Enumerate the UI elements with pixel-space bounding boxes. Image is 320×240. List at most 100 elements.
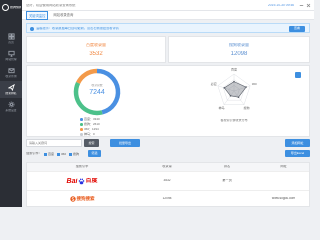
radar-label-1: 360 (252, 82, 257, 86)
column-header[interactable]: 网址 (257, 165, 309, 168)
table-row[interactable]: Bai 百度 3532 第一页 (27, 171, 309, 190)
legend-label: 360：1294 (84, 127, 99, 131)
expand-icon[interactable] (295, 72, 301, 78)
sidebar-item-ranking[interactable]: 搜索排名 (0, 81, 22, 98)
notice-banner: 温馨提示：收录数据每日自动更新，点击右侧按钮查看详情 查看 (26, 23, 310, 33)
tab-index-query[interactable]: 网站收录查询 (51, 11, 75, 20)
notice-text: 温馨提示：收录数据每日自动更新，点击右侧按钮查看详情 (36, 27, 119, 31)
legend-dot (80, 118, 83, 121)
tab-keyword-monitor[interactable]: 关键词监控 (26, 11, 49, 20)
legend-label: 神马：0 (84, 132, 95, 136)
logo-text: Bai (66, 177, 78, 185)
stat-value: 12098 (230, 51, 248, 57)
sidebar-item-index-query[interactable]: 收录查询 (0, 64, 22, 81)
radar-point-0 (233, 80, 235, 83)
radar-point-2 (237, 96, 240, 98)
export-excel-button[interactable]: 导出Excel (285, 150, 310, 157)
stat-label: 百度收录量 (86, 43, 106, 47)
rocket-icon (7, 83, 15, 91)
dashboard-icon (7, 33, 15, 40)
add-site-button[interactable]: 添加网址 (285, 139, 310, 147)
close-button[interactable] (306, 3, 311, 8)
cell-rank: 第一页 (222, 179, 232, 183)
radar-label-2: 搜狗 (243, 105, 249, 110)
monitor-icon (7, 50, 15, 57)
radar-point-1 (245, 86, 247, 88)
info-icon (30, 26, 34, 31)
close-icon (306, 3, 311, 8)
mail-icon (7, 68, 15, 73)
sidebar-item-label: 首页 (8, 41, 14, 45)
chart-panel: 收录总数 7244 百度：3340 搜狗：2610 360：1294 神马：0 … (26, 65, 310, 137)
checkbox[interactable] (69, 152, 73, 156)
legend-dot (80, 133, 83, 136)
sogou-logo: 搜狗搜索 (27, 196, 137, 202)
checkbox-label: 搜狗 (73, 151, 80, 156)
stat-card-sogou: 搜狗收录量 12098 (168, 36, 310, 63)
engine-checkbox-360[interactable]: 360 (57, 151, 67, 156)
sogou-icon (69, 196, 76, 202)
sidebar-item-home[interactable]: 首页 (0, 30, 22, 47)
checkbox-label: 360 (61, 151, 67, 156)
column-header[interactable]: 收录量 (137, 165, 197, 168)
results-table: 搜索引擎 收录量 排名 网址 Bai 百度 3532 第一页 搜狗搜索 1209… (26, 162, 310, 207)
minimize-button[interactable] (299, 3, 304, 8)
logo-text: 百度 (85, 178, 98, 184)
logo-text: 搜狗快排 (10, 5, 21, 9)
radar-data-area (223, 81, 247, 98)
radar-label-0: 百度 (231, 67, 237, 72)
radar-label-3: 神马 (219, 105, 225, 110)
legend-item: 神马：0 (80, 132, 140, 137)
sidebar-item-label: 系统设置 (5, 109, 17, 113)
sidebar-item-label: 收录查询 (5, 75, 17, 79)
batch-export-button[interactable]: 批量导出 (110, 139, 140, 147)
donut-segment-2 (76, 68, 98, 85)
engine-checkbox-baidu[interactable]: 百度 (44, 151, 55, 156)
welcome-text: 您好，欢迎使用网站收录查询系统 (26, 4, 76, 7)
column-header[interactable]: 搜索引擎 (27, 165, 137, 168)
stat-label: 搜狗收录量 (229, 43, 249, 47)
donut-legend: 百度：3340 搜狗：2610 360：1294 神马：0 (80, 117, 140, 137)
apply-filter-button[interactable]: 筛选 (88, 150, 101, 157)
view-button[interactable]: 查看 (289, 26, 305, 32)
datetime-text: 2019-10-30 09:46 (267, 4, 294, 7)
donut-segment-1 (73, 81, 103, 116)
sidebar-item-label: 搜索排名 (5, 92, 17, 96)
radar-chart: 百度 360 搜狗 神马 必应 (211, 67, 257, 110)
engine-checkbox-sogou[interactable]: 搜狗 (69, 151, 80, 156)
checkbox-label: 百度 (48, 151, 55, 156)
logo-icon (2, 3, 9, 11)
radar-caption: 各搜索引擎收录分布 (220, 119, 248, 122)
legend-dot (80, 123, 83, 126)
cell-url[interactable]: www.sogou.com (257, 197, 309, 200)
radar-point-4 (223, 87, 226, 89)
search-button[interactable]: 搜索 (84, 139, 99, 147)
legend-label: 搜狗：2610 (84, 122, 100, 126)
sidebar-item-sites[interactable]: 网站管理 (0, 47, 22, 64)
radar-point-3 (229, 95, 232, 97)
baidu-paw-icon (78, 178, 85, 184)
top-bar: 您好，欢迎使用网站收录查询系统 2019-10-30 09:46 (22, 0, 314, 11)
sidebar-item-settings[interactable]: 系统设置 (0, 98, 22, 115)
minimize-icon (299, 5, 304, 6)
column-header[interactable]: 排名 (197, 165, 257, 168)
gear-icon (8, 101, 14, 108)
search-input[interactable] (26, 139, 82, 147)
sidebar: 搜狗快排 首页 网站管理 收录查询 搜索排名 系统设置 (0, 0, 22, 207)
cell-count: 3532 (163, 179, 171, 183)
legend-label: 百度：3340 (84, 117, 100, 121)
engine-filter: 百度 360 搜狗 (44, 151, 79, 157)
checkbox[interactable] (57, 152, 61, 156)
checkbox[interactable] (44, 152, 47, 156)
table-header: 搜索引擎 收录量 排名 网址 (27, 163, 309, 171)
stat-value: 3532 (89, 51, 103, 57)
app-logo[interactable]: 搜狗快排 (2, 3, 21, 11)
donut-total-label: 收录总数 (91, 84, 103, 87)
sidebar-item-label: 网站管理 (5, 58, 17, 62)
table-row[interactable]: 搜狗搜索 12098 www.sogou.com (27, 190, 309, 206)
radar-label-4: 必应 (211, 81, 217, 86)
baidu-logo: Bai 百度 (27, 178, 137, 185)
logo-text: 搜狗搜索 (76, 196, 95, 201)
cell-count: 12098 (162, 197, 172, 201)
filter-label: 搜索引擎： (26, 152, 42, 155)
